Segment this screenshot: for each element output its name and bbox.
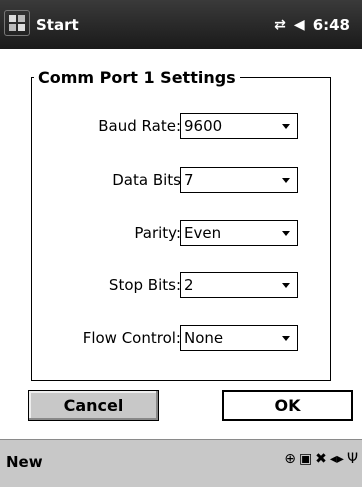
- chevron-down-icon: [282, 178, 290, 183]
- scroll-icon[interactable]: ◂▸: [330, 451, 344, 467]
- ok-button[interactable]: OK: [222, 390, 353, 421]
- baud-rate-select[interactable]: 9600: [180, 113, 298, 139]
- field-label: Parity:: [134, 224, 181, 242]
- command-bar: New ⊕ ▣ ✖ ◂▸ Ψ: [0, 439, 362, 487]
- field-label: Baud Rate:: [98, 117, 181, 135]
- parity-row: Parity: Even: [31, 220, 331, 248]
- flow-control-row: Flow Control: None: [31, 325, 331, 353]
- data-bits-row: Data Bits 7: [31, 167, 331, 195]
- field-label: Stop Bits:: [108, 276, 181, 294]
- stop-bits-select[interactable]: 2: [180, 272, 298, 298]
- windows-start-logo-icon[interactable]: [4, 10, 30, 36]
- parity-select[interactable]: Even: [180, 220, 298, 246]
- flow-control-select[interactable]: None: [180, 325, 298, 351]
- baud-rate-row: Baud Rate: 9600: [31, 113, 331, 141]
- chevron-down-icon: [282, 336, 290, 341]
- field-label: Data Bits: [112, 171, 181, 189]
- select-value: 7: [184, 171, 194, 189]
- stop-bits-row: Stop Bits: 2: [31, 272, 331, 300]
- select-value: 2: [184, 276, 194, 294]
- globe-icon[interactable]: ⊕: [284, 451, 296, 467]
- chevron-down-icon: [282, 231, 290, 236]
- select-value: Even: [184, 224, 222, 242]
- dialog-content: Comm Port 1 Settings Baud Rate: 9600 Dat…: [0, 49, 362, 439]
- speaker-icon[interactable]: ◀︎: [294, 17, 305, 33]
- system-tray: ⊕ ▣ ✖ ◂▸ Ψ: [284, 451, 358, 467]
- field-label: Flow Control:: [82, 329, 181, 347]
- chevron-down-icon: [282, 283, 290, 288]
- signal-icon[interactable]: Ψ: [347, 451, 358, 467]
- input-method-icon[interactable]: ✖: [315, 451, 327, 467]
- title-bar: Start ⇄ ◀︎ 6:48: [0, 0, 362, 49]
- clock[interactable]: 6:48: [313, 16, 350, 34]
- data-bits-select[interactable]: 7: [180, 167, 298, 193]
- group-title: Comm Port 1 Settings: [34, 68, 240, 87]
- new-menu[interactable]: New: [6, 453, 43, 471]
- cancel-button[interactable]: Cancel: [28, 390, 159, 421]
- app-title[interactable]: Start: [36, 16, 79, 34]
- select-value: None: [184, 329, 224, 347]
- status-area: ⇄ ◀︎ 6:48: [274, 16, 350, 34]
- chevron-down-icon: [282, 124, 290, 129]
- select-value: 9600: [184, 117, 223, 135]
- connectivity-icon[interactable]: ⇄: [274, 17, 286, 33]
- network-icon[interactable]: ▣: [299, 451, 312, 467]
